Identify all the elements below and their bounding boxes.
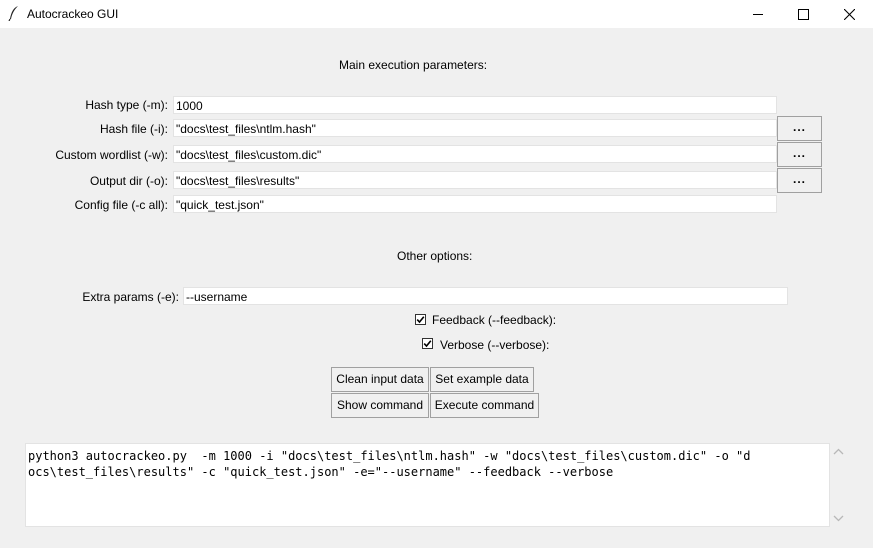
hash-file-label: Hash file (-i): bbox=[99, 122, 168, 136]
verbose-label: Verbose (--verbose): bbox=[440, 338, 550, 352]
feather-icon bbox=[8, 6, 18, 21]
title-bar: Autocrackeo GUI bbox=[0, 0, 873, 28]
minimize-button[interactable] bbox=[735, 0, 781, 28]
browse-wordlist-button[interactable]: ... bbox=[777, 142, 822, 167]
show-command-button[interactable]: Show command bbox=[331, 393, 429, 418]
config-file-input[interactable]: "quick_test.json" bbox=[173, 195, 777, 213]
output-scrollbar[interactable] bbox=[830, 443, 847, 527]
scroll-up-arrow-icon[interactable] bbox=[833, 447, 844, 457]
scroll-down-arrow-icon[interactable] bbox=[833, 513, 844, 523]
feedback-label: Feedback (--feedback): bbox=[432, 313, 557, 327]
config-file-label: Config file (-c all): bbox=[74, 198, 168, 212]
maximize-button[interactable] bbox=[780, 0, 826, 28]
other-options-heading: Other options: bbox=[397, 249, 473, 263]
set-example-data-button[interactable]: Set example data bbox=[430, 367, 534, 392]
custom-wordlist-input[interactable]: "docs\test_files\custom.dic" bbox=[173, 145, 777, 163]
extra-params-label: Extra params (-e): bbox=[82, 290, 179, 304]
command-output-text[interactable]: python3 autocrackeo.py -m 1000 -i "docs\… bbox=[25, 443, 830, 527]
close-icon bbox=[843, 8, 855, 20]
hash-file-input[interactable]: "docs\test_files\ntlm.hash" bbox=[173, 119, 777, 137]
window-title: Autocrackeo GUI bbox=[27, 7, 119, 21]
hash-type-label: Hash type (-m): bbox=[85, 98, 168, 112]
output-dir-label: Output dir (-o): bbox=[89, 174, 168, 188]
command-line-1: python3 autocrackeo.py -m 1000 -i "docs\… bbox=[28, 449, 751, 463]
output-dir-input[interactable]: "docs\test_files\results" bbox=[173, 171, 777, 189]
browse-output-dir-button[interactable]: ... bbox=[777, 168, 822, 193]
checkmark-icon bbox=[423, 340, 432, 348]
custom-wordlist-label: Custom wordlist (-w): bbox=[55, 148, 168, 162]
hash-type-input[interactable]: 1000 bbox=[173, 96, 777, 114]
feedback-checkbox[interactable] bbox=[415, 314, 426, 325]
main-parameters-heading: Main execution parameters: bbox=[339, 58, 488, 72]
extra-params-input[interactable]: --username bbox=[183, 287, 788, 305]
maximize-icon bbox=[797, 8, 809, 20]
clean-input-data-button[interactable]: Clean input data bbox=[331, 367, 429, 392]
browse-hash-file-button[interactable]: ... bbox=[777, 116, 822, 141]
checkmark-icon bbox=[416, 316, 425, 324]
execute-command-button[interactable]: Execute command bbox=[430, 393, 539, 418]
command-line-2: ocs\test_files\results" -c "quick_test.j… bbox=[28, 465, 614, 479]
verbose-checkbox[interactable] bbox=[422, 338, 433, 349]
minimize-icon bbox=[753, 14, 763, 15]
close-button[interactable] bbox=[826, 0, 872, 28]
